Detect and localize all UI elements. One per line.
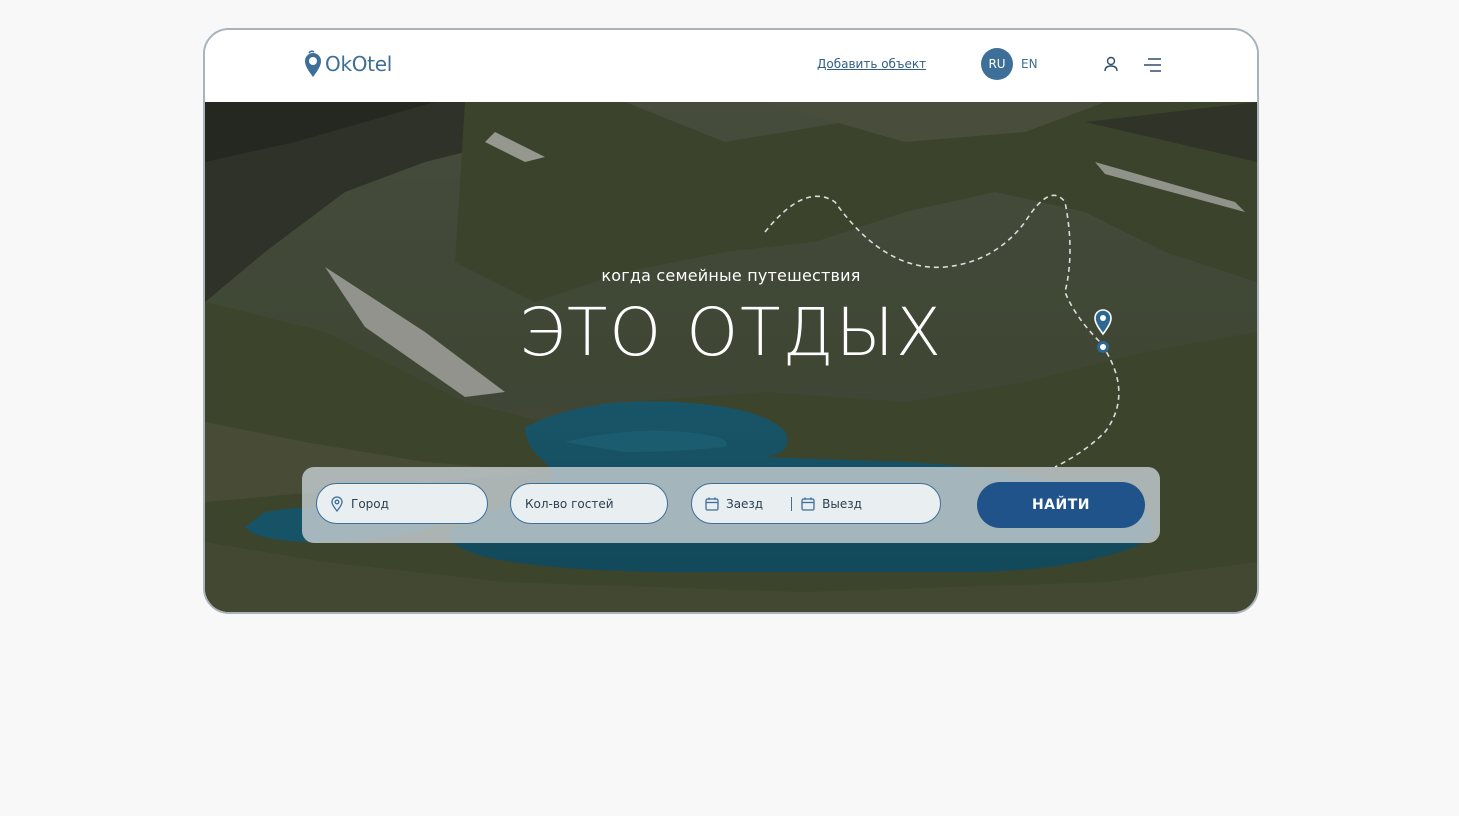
hero-section: когда семейные путешествия ЭТО ОТДЫХ Гор… bbox=[205, 102, 1257, 612]
guests-placeholder: Кол-во гостей bbox=[525, 496, 614, 511]
site-header: OkOtel Добавить объект RU EN bbox=[205, 30, 1257, 102]
checkout-placeholder: Выезд bbox=[822, 496, 862, 511]
checkout-field[interactable]: Выезд bbox=[800, 496, 862, 512]
user-icon[interactable] bbox=[1102, 55, 1120, 73]
guests-input[interactable]: Кол-во гостей bbox=[510, 483, 668, 524]
menu-icon[interactable] bbox=[1142, 56, 1162, 74]
logo-pin-icon bbox=[305, 50, 321, 77]
add-property-link[interactable]: Добавить объект bbox=[817, 57, 926, 71]
language-ru-button[interactable]: RU bbox=[981, 48, 1013, 80]
checkin-placeholder: Заезд bbox=[726, 496, 764, 511]
date-separator bbox=[791, 496, 793, 511]
page-frame: OkOtel Добавить объект RU EN когда семей… bbox=[203, 28, 1259, 614]
language-en-button[interactable]: EN bbox=[1021, 57, 1038, 71]
calendar-icon bbox=[801, 497, 815, 511]
search-button[interactable]: НАЙТИ bbox=[977, 482, 1145, 528]
hero-subtitle: когда семейные путешествия bbox=[601, 266, 861, 285]
checkin-field[interactable]: Заезд bbox=[704, 496, 763, 512]
location-icon bbox=[331, 495, 343, 512]
logo[interactable]: OkOtel bbox=[303, 50, 392, 78]
city-input[interactable]: Город bbox=[316, 483, 488, 524]
dates-input[interactable]: Заезд Выезд bbox=[691, 483, 941, 524]
search-bar: Город Кол-во гостей Заезд Выезд НАЙТИ bbox=[302, 467, 1160, 543]
hero-title: ЭТО ОТДЫХ bbox=[518, 294, 944, 371]
city-placeholder: Город bbox=[351, 496, 389, 511]
calendar-icon bbox=[705, 497, 719, 511]
logo-text: OkOtel bbox=[325, 52, 392, 76]
